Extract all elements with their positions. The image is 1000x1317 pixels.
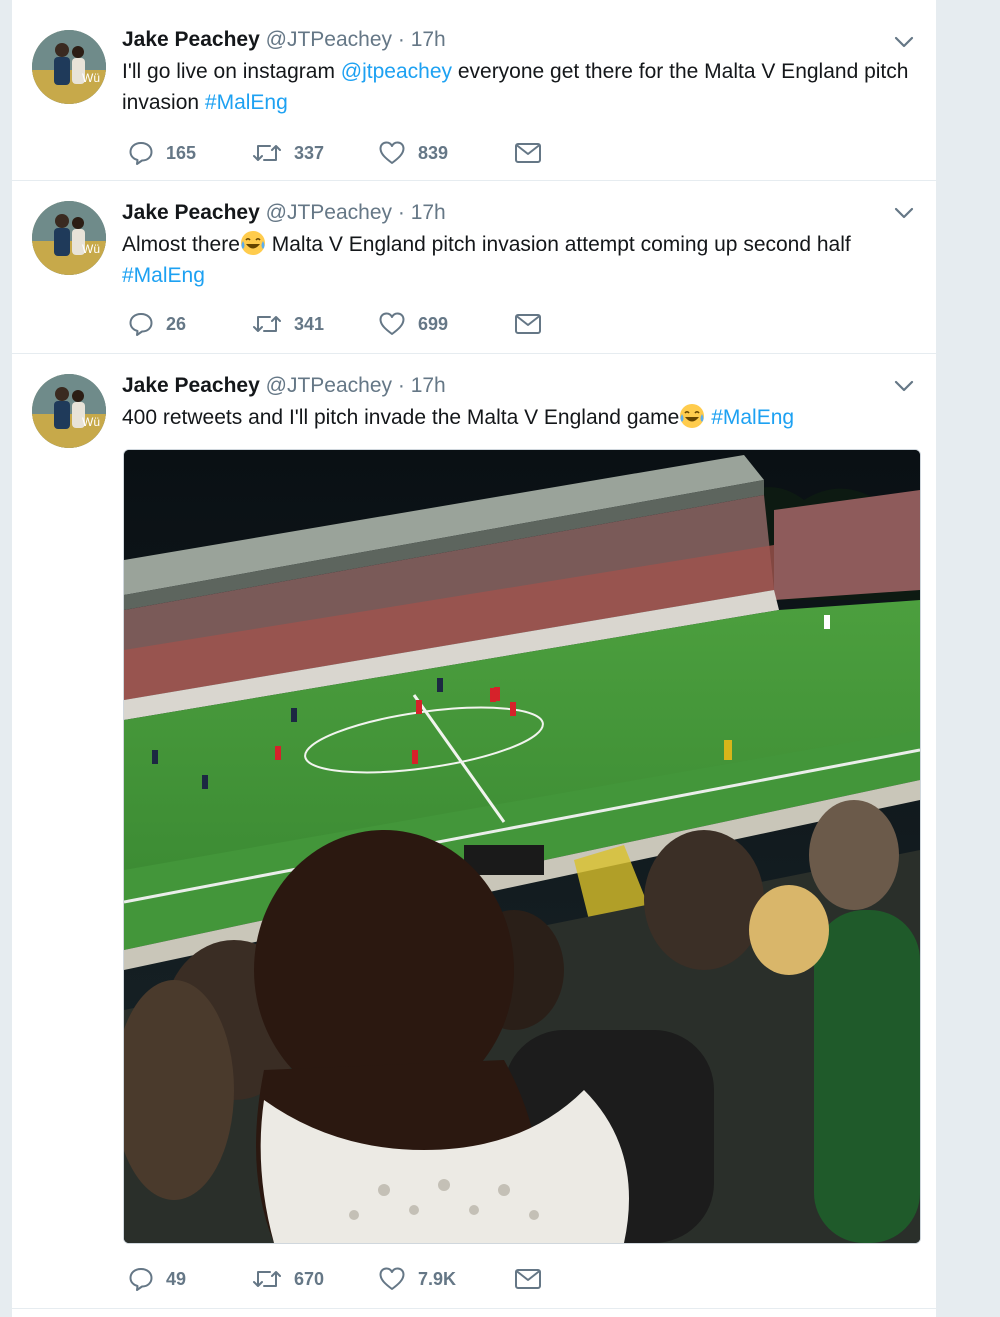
dm-icon	[515, 1269, 541, 1289]
dm-button[interactable]	[514, 1264, 542, 1294]
avatar[interactable]: Wü	[32, 201, 106, 275]
retweet-count: 341	[294, 313, 325, 334]
retweet-button[interactable]: 337	[252, 138, 324, 168]
dm-icon	[515, 314, 541, 334]
like-count: 7.9K	[418, 1268, 457, 1289]
reply-icon	[129, 1268, 153, 1291]
dm-button[interactable]	[514, 138, 542, 168]
separator-dot: ·	[397, 374, 405, 397]
retweet-button[interactable]: 670	[252, 1264, 324, 1294]
tweet-photo[interactable]	[123, 449, 921, 1244]
chevron-down-icon[interactable]	[892, 201, 916, 225]
like-button[interactable]: 699	[378, 309, 448, 339]
reply-icon	[129, 142, 153, 165]
retweet-button[interactable]: 341	[252, 309, 324, 339]
author-name[interactable]: Jake Peachey	[122, 374, 260, 397]
hashtag-link[interactable]: #MalEng	[122, 264, 205, 287]
retweet-icon	[253, 1271, 281, 1287]
reply-count: 49	[166, 1268, 187, 1289]
separator-dot: ·	[397, 28, 405, 51]
like-icon	[379, 141, 405, 164]
like-button[interactable]: 7.9K	[378, 1264, 456, 1294]
hashtag-link[interactable]: #MalEng	[711, 406, 794, 429]
svg-text:Wü: Wü	[82, 242, 100, 256]
timestamp[interactable]: 17h	[411, 28, 446, 51]
retweet-count: 337	[294, 142, 325, 163]
chevron-down-icon[interactable]	[892, 30, 916, 54]
reply-count: 165	[166, 142, 197, 163]
text-segment: Almost there	[122, 233, 240, 256]
tweet-text: 400 retweets and I'll pitch invade the M…	[122, 402, 912, 433]
text-segment: I'll go live on instagram	[122, 60, 341, 83]
like-button[interactable]: 839	[378, 138, 448, 168]
reply-button[interactable]: 49	[128, 1264, 186, 1294]
hashtag-link[interactable]: #MalEng	[205, 91, 288, 114]
reply-icon	[129, 313, 153, 336]
like-icon	[379, 312, 405, 335]
mention-link[interactable]: @jtpeachey	[341, 60, 452, 83]
author-name[interactable]: Jake Peachey	[122, 201, 260, 224]
stadium-crowd-photo	[124, 450, 920, 1243]
separator-dot: ·	[397, 201, 405, 224]
text-segment: Malta V England pitch invasion attempt c…	[265, 233, 851, 256]
dm-icon	[515, 143, 541, 163]
tweet-text: Almost there Malta V England pitch invas…	[122, 229, 912, 291]
face-with-tears-of-joy-icon	[240, 231, 265, 255]
face-with-tears-of-joy-icon	[680, 404, 705, 428]
timestamp[interactable]: 17h	[411, 374, 446, 397]
dm-button[interactable]	[514, 309, 542, 339]
retweet-count: 670	[294, 1268, 325, 1289]
text-segment: 400 retweets and I'll pitch invade the M…	[122, 406, 680, 429]
timestamp[interactable]: 17h	[411, 201, 446, 224]
author-handle[interactable]: @JTPeachey	[266, 374, 392, 397]
retweet-icon	[253, 316, 281, 332]
avatar[interactable]: Wü	[32, 30, 106, 104]
like-count: 699	[418, 313, 449, 334]
author-handle[interactable]: @JTPeachey	[266, 201, 392, 224]
retweet-icon	[253, 145, 281, 161]
chevron-down-icon[interactable]	[892, 374, 916, 398]
reply-button[interactable]: 165	[128, 138, 196, 168]
tweet[interactable]: Wü Jake Peachey @JTPeachey · 17h 400 ret…	[12, 354, 936, 1309]
tweet-text: I'll go live on instagram @jtpeachey eve…	[122, 56, 912, 118]
reply-count: 26	[166, 313, 187, 334]
tweet[interactable]: Wü Jake Peachey @JTPeachey · 17h I'll go…	[12, 10, 936, 181]
reply-button[interactable]: 26	[128, 309, 186, 339]
tweet[interactable]: Wü Jake Peachey @JTPeachey · 17h Almost …	[12, 181, 936, 354]
author-handle[interactable]: @JTPeachey	[266, 28, 392, 51]
avatar[interactable]: Wü	[32, 374, 106, 448]
author-name[interactable]: Jake Peachey	[122, 28, 260, 51]
svg-text:Wü: Wü	[82, 415, 100, 429]
like-icon	[379, 1267, 405, 1290]
timeline: Wü Jake Peachey @JTPeachey · 17h I'll go…	[12, 0, 936, 1317]
svg-text:Wü: Wü	[82, 71, 100, 85]
like-count: 839	[418, 142, 449, 163]
